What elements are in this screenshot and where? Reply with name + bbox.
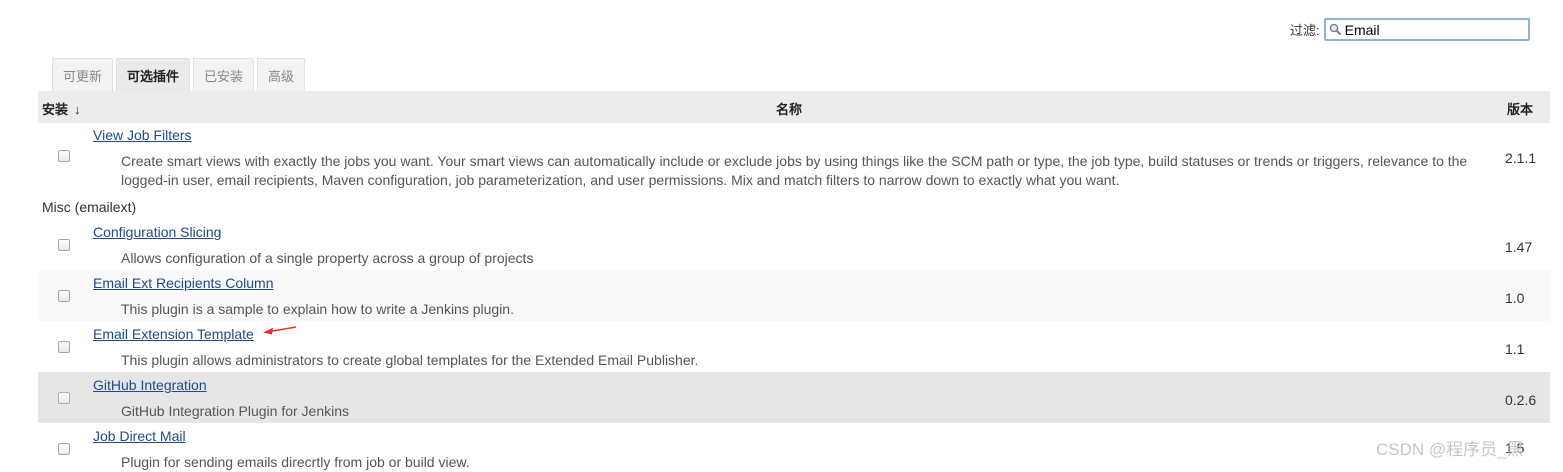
watermark: CSDN @程序员_黑 [1376,440,1524,459]
name-column-header[interactable]: 名称 [776,99,802,118]
plugin-description: GitHub Integration Plugin for Jenkins [121,403,350,419]
plugin-description: Create smart views with exactly the jobs… [121,153,1468,188]
sort-arrow-icon: ↓ [74,102,81,117]
plugin-description: This plugin is a sample to explain how t… [121,301,514,317]
filter-label: 过滤: [1290,23,1320,38]
table-row: Configuration Slicing Allows configurati… [38,219,1550,270]
plugin-name-link[interactable]: Email Extension Template [93,326,254,342]
category-label: Misc (emailext) [42,199,137,215]
tab-installed[interactable]: 已安装 [193,58,255,91]
plugin-name-link[interactable]: GitHub Integration [93,377,207,393]
plugin-version: 1.47 [1505,239,1533,255]
search-icon [1329,23,1341,36]
filter-input[interactable] [1344,21,1515,38]
category-row: Misc (emailext) [38,197,1550,219]
plugin-description: Allows configuration of a single propert… [121,250,534,266]
tab-advanced[interactable]: 高级 [257,58,306,91]
plugin-description: Plugin for sending emails direcrtly from… [121,454,470,470]
plugin-name-link[interactable]: Job Direct Mail [93,428,186,444]
table-row: Job Direct Mail Plugin for sending email… [38,423,1550,470]
table-row: View Job Filters Create smart views with… [38,123,1550,197]
table-row: GitHub Integration GitHub Integration Pl… [38,372,1550,423]
install-checkbox[interactable] [58,239,70,251]
install-checkbox[interactable] [58,443,70,455]
version-column-header[interactable]: 版本 [1507,99,1533,118]
install-checkbox[interactable] [58,392,70,404]
tab-updates[interactable]: 可更新 [52,58,114,91]
plugin-name-link[interactable]: View Job Filters [93,127,192,143]
plugin-version: 2.1.1 [1505,150,1537,166]
tab-available[interactable]: 可选插件 [116,58,191,91]
plugin-version: 0.2.6 [1505,392,1537,408]
plugin-name-link[interactable]: Email Ext Recipients Column [93,275,274,291]
plugin-name-link[interactable]: Configuration Slicing [93,224,221,240]
install-checkbox[interactable] [58,341,70,353]
tab-bar: 可更新 可选插件 已安装 高级 [52,58,308,91]
install-column-header[interactable]: 安装 ↓ [42,99,81,118]
filter-bar: 过滤: [1290,18,1530,41]
plugin-version: 1.1 [1505,341,1525,357]
plugin-description: This plugin allows administrators to cre… [121,352,699,368]
annotation-arrow-icon [263,326,297,335]
plugin-table: 安装 ↓ 名称 版本 View Job Filters Create smart … [38,91,1550,470]
filter-field[interactable] [1323,18,1530,41]
install-checkbox[interactable] [58,290,70,302]
table-header: 安装 ↓ 名称 版本 [38,91,1550,123]
install-checkbox[interactable] [58,150,70,162]
table-row: Email Ext Recipients Column This plugin … [38,270,1550,321]
plugin-version: 1.0 [1505,290,1525,306]
